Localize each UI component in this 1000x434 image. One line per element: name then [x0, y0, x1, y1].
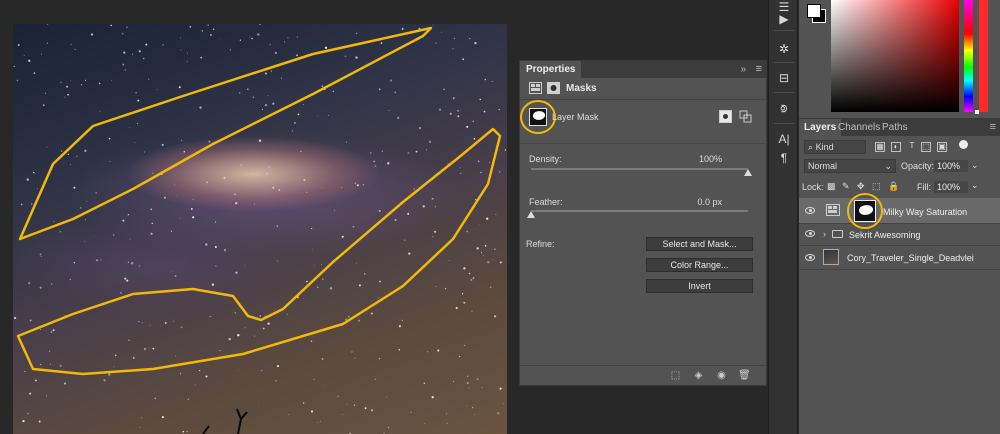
- delete-mask-icon[interactable]: 🗑: [738, 370, 751, 381]
- smart-object-filter-icon[interactable]: ▣: [937, 142, 947, 152]
- tab-properties[interactable]: Properties: [520, 61, 582, 78]
- color-panel: [799, 0, 1000, 118]
- play-icon[interactable]: ▶: [777, 12, 791, 26]
- color-picker-indicator: [975, 110, 979, 114]
- paragraph-icon[interactable]: ¶: [777, 151, 791, 165]
- masks-label: Masks: [566, 83, 597, 94]
- feather-slider-knob[interactable]: [527, 211, 535, 218]
- layer-row-milky-way-saturation[interactable]: Milky Way Saturation: [799, 193, 1000, 229]
- filter-kind-value: Kind: [815, 142, 834, 152]
- select-and-mask-button[interactable]: Select and Mask...: [646, 237, 753, 251]
- properties-footer: ⬚ ◈ ◉ 🗑: [520, 365, 766, 385]
- adjustment-filter-icon[interactable]: ◐: [891, 142, 901, 152]
- upper-highlight-outline: [18, 26, 433, 241]
- fill-chevron-icon[interactable]: ⌄: [971, 180, 979, 191]
- visibility-eye-icon[interactable]: [805, 207, 815, 214]
- foreground-color-swatch[interactable]: [807, 4, 821, 18]
- collapsed-panels-strip: ☰ ▶ ✲ ⊟ ⟄ A| ¶: [768, 0, 798, 434]
- properties-panel: Properties » ≡ Masks Layer Mask Density:…: [519, 60, 767, 386]
- panel-menu-icon[interactable]: ≡: [756, 63, 762, 75]
- layer-row-sekrit-awesoming[interactable]: › Sekrit Awesoming: [799, 224, 1000, 246]
- density-value[interactable]: 100%: [662, 154, 722, 164]
- color-picker-field[interactable]: [831, 0, 959, 112]
- filter-kind-select[interactable]: ⌕ Kind: [804, 140, 866, 154]
- apply-mask-icon[interactable]: ◈: [693, 370, 704, 381]
- fill-value[interactable]: 100%: [934, 181, 968, 193]
- add-pixel-mask-button[interactable]: [719, 110, 732, 123]
- properties-header: Masks: [520, 78, 766, 100]
- color-range-button[interactable]: Color Range...: [646, 258, 753, 272]
- blend-mode-select[interactable]: Normal ⌄: [804, 159, 896, 173]
- layer-mask-row: Layer Mask: [520, 100, 766, 144]
- toggle-mask-visibility-icon[interactable]: ◉: [716, 370, 727, 381]
- layer-row-background-photo[interactable]: Cory_Traveler_Single_Deadvlei: [799, 246, 1000, 270]
- refine-label: Refine:: [526, 239, 555, 249]
- folder-icon: [832, 230, 843, 238]
- document-canvas[interactable]: [0, 0, 517, 434]
- density-label: Density:: [529, 154, 562, 164]
- selection-annotations: [16, 26, 502, 376]
- shape-filter-icon[interactable]: ⬚: [921, 142, 931, 152]
- filter-toggle-icon[interactable]: [959, 140, 968, 149]
- lower-highlight-outline: [16, 127, 502, 376]
- hue-slider[interactable]: [964, 0, 973, 112]
- feather-value[interactable]: 0.0 px: [662, 197, 722, 207]
- layer-thumbnail[interactable]: [823, 249, 839, 265]
- right-panel-column: Layers Channels Paths ≡ ⌕ Kind ▦ ◐ T ⬚ ▣…: [799, 0, 1000, 434]
- layer-name[interactable]: Milky Way Saturation: [883, 207, 967, 217]
- visibility-eye-icon[interactable]: [805, 254, 815, 261]
- strip-divider: [774, 62, 794, 63]
- density-slider-knob[interactable]: [744, 169, 752, 176]
- lock-all-icon[interactable]: 🔒: [888, 181, 899, 192]
- adjustment-layer-icon: [826, 204, 840, 216]
- chevron-down-icon: ⌄: [884, 161, 892, 171]
- layers-tabbar: Layers Channels Paths ≡: [799, 119, 1000, 136]
- lock-label: Lock:: [802, 182, 824, 192]
- strip-divider: [774, 92, 794, 93]
- visibility-eye-icon[interactable]: [805, 230, 815, 237]
- properties-tabbar: Properties » ≡: [520, 61, 766, 78]
- pixel-mask-icon[interactable]: [529, 82, 542, 94]
- 3d-icon[interactable]: ⊟: [777, 71, 791, 85]
- load-selection-icon[interactable]: ⬚: [670, 370, 681, 381]
- layer-name[interactable]: Cory_Traveler_Single_Deadvlei: [847, 253, 974, 263]
- density-slider-track[interactable]: [531, 168, 748, 170]
- history-icon[interactable]: ✲: [777, 42, 791, 56]
- feather-label: Feather:: [529, 197, 563, 207]
- opacity-chevron-icon[interactable]: ⌄: [971, 160, 979, 171]
- strip-divider: [774, 123, 794, 124]
- selected-color-bar[interactable]: [979, 0, 988, 112]
- lock-transparent-icon[interactable]: ▩: [827, 181, 836, 192]
- blend-mode-value: Normal: [808, 161, 838, 171]
- opacity-label: Opacity:: [901, 161, 935, 171]
- layer-name[interactable]: Sekrit Awesoming: [849, 230, 920, 240]
- pixel-filter-icon[interactable]: ▦: [875, 142, 885, 152]
- vector-mask-icon[interactable]: [547, 82, 560, 94]
- collapse-panel-icon[interactable]: »: [740, 64, 746, 75]
- layer-mask-label: Layer Mask: [552, 112, 599, 122]
- opacity-value[interactable]: 100%: [934, 160, 968, 172]
- lock-position-icon[interactable]: ✥: [857, 181, 865, 192]
- search-icon: ⌕: [808, 142, 814, 152]
- lock-pixels-icon[interactable]: ✎: [842, 181, 850, 192]
- fill-label: Fill:: [917, 182, 931, 192]
- type-filter-icon[interactable]: T: [907, 142, 917, 152]
- invert-button[interactable]: Invert: [646, 279, 753, 293]
- milky-way-photo[interactable]: [13, 24, 507, 434]
- layers-menu-icon[interactable]: ≡: [990, 121, 996, 133]
- tab-paths[interactable]: Paths: [877, 119, 913, 136]
- strip-divider: [774, 30, 794, 31]
- lock-artboard-icon[interactable]: ⬚: [872, 181, 881, 192]
- chevron-right-icon[interactable]: ›: [823, 229, 826, 239]
- layers-panel: Layers Channels Paths ≡ ⌕ Kind ▦ ◐ T ⬚ ▣…: [799, 118, 1000, 434]
- paths-icon[interactable]: ⟄: [777, 101, 791, 115]
- highlight-circle: [520, 100, 556, 134]
- character-icon[interactable]: A|: [777, 132, 791, 146]
- add-vector-mask-icon[interactable]: [739, 110, 752, 123]
- feather-slider-track[interactable]: [531, 210, 748, 212]
